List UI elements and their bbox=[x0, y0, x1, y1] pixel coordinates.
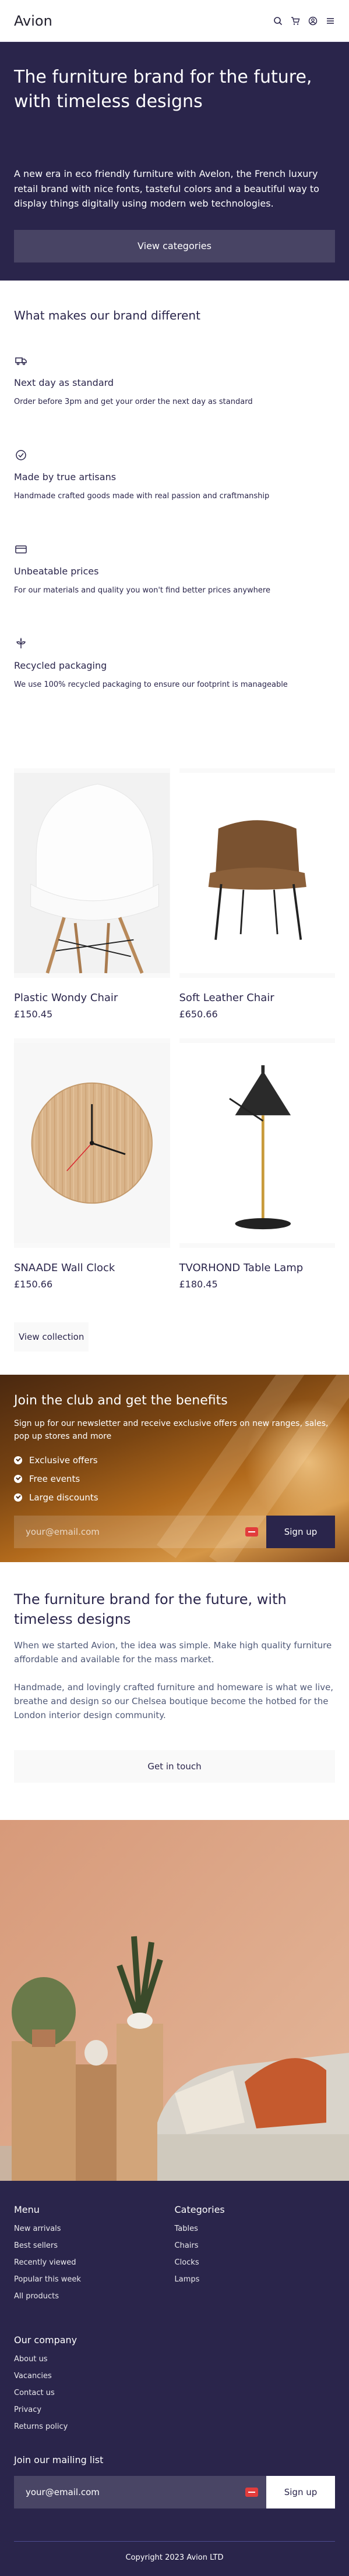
footer-categories-title: Categories bbox=[174, 2204, 225, 2216]
product-card[interactable]: Soft Leather Chair £650.66 bbox=[179, 768, 336, 1029]
footer-link[interactable]: Contact us bbox=[14, 2389, 335, 2397]
benefit-item: Large discounts bbox=[14, 1492, 335, 1503]
features-section: What makes our brand different Next day … bbox=[0, 281, 349, 754]
feature-description: We use 100% recycled packaging to ensure… bbox=[14, 680, 288, 689]
feature-item: Next day as standard Order before 3pm an… bbox=[14, 354, 335, 448]
footer-link[interactable]: Privacy bbox=[14, 2405, 335, 2414]
product-name[interactable]: Plastic Wondy Chair bbox=[14, 992, 170, 1004]
get-in-touch-button[interactable]: Get in touch bbox=[14, 1750, 335, 1783]
benefit-label: Exclusive offers bbox=[29, 1454, 98, 1466]
footer-columns: Menu New arrivals Best sellers Recently … bbox=[14, 2204, 335, 2309]
club-signup-form: Sign up bbox=[14, 1516, 335, 1548]
delivery-icon bbox=[14, 354, 28, 368]
view-collection-button[interactable]: View collection bbox=[14, 1322, 89, 1351]
club-section: Join the club and get the benefits Sign … bbox=[0, 1375, 349, 1562]
footer-company-title: Our company bbox=[14, 2334, 77, 2346]
cart-icon[interactable] bbox=[291, 16, 300, 26]
feature-item: Unbeatable prices For our materials and … bbox=[14, 542, 335, 637]
club-description: Sign up for our newsletter and receive e… bbox=[14, 1419, 329, 1442]
benefit-item: Exclusive offers bbox=[14, 1455, 335, 1466]
product-name[interactable]: Soft Leather Chair bbox=[179, 992, 336, 1004]
product-image[interactable] bbox=[14, 768, 170, 978]
product-card[interactable]: Plastic Wondy Chair £150.45 bbox=[14, 768, 170, 1029]
footer-link[interactable]: Tables bbox=[175, 2224, 336, 2233]
footer-link[interactable]: All products bbox=[14, 2292, 175, 2301]
benefits-list: Exclusive offers Free events Large disco… bbox=[14, 1455, 335, 1503]
check-icon bbox=[14, 1456, 22, 1464]
product-name[interactable]: SNAADE Wall Clock bbox=[14, 1262, 170, 1274]
feature-description: Handmade crafted goods made with real pa… bbox=[14, 492, 270, 501]
site-header: Avion bbox=[0, 0, 349, 42]
check-icon bbox=[14, 1493, 22, 1502]
footer-mailing: Join our mailing list Sign up bbox=[14, 2454, 335, 2509]
password-manager-icon[interactable] bbox=[245, 1527, 258, 1537]
user-icon[interactable] bbox=[308, 16, 318, 26]
feature-item: Made by true artisans Handmade crafted g… bbox=[14, 448, 335, 542]
password-manager-icon[interactable] bbox=[245, 2488, 258, 2497]
feature-title: Made by true artisans bbox=[14, 471, 117, 482]
checkmark-icon bbox=[14, 448, 28, 462]
feature-title: Recycled packaging bbox=[14, 660, 107, 671]
footer-signup-button[interactable]: Sign up bbox=[266, 2476, 335, 2509]
footer-link[interactable]: Vacancies bbox=[14, 2372, 335, 2380]
logo[interactable]: Avion bbox=[14, 13, 52, 29]
check-icon bbox=[14, 1474, 22, 1483]
footer-signup-form: Sign up bbox=[14, 2476, 335, 2509]
footer-link[interactable]: About us bbox=[14, 2355, 335, 2364]
footer-menu: Menu New arrivals Best sellers Recently … bbox=[14, 2204, 175, 2309]
about-paragraph: Handmade, and lovingly crafted furniture… bbox=[14, 1682, 334, 1721]
footer-link[interactable]: Lamps bbox=[175, 2275, 336, 2284]
footer-menu-title: Menu bbox=[14, 2204, 40, 2216]
benefit-label: Large discounts bbox=[29, 1492, 98, 1503]
product-card[interactable]: SNAADE Wall Clock £150.66 bbox=[14, 1038, 170, 1299]
feature-description: For our materials and quality you won't … bbox=[14, 586, 270, 595]
interior-image bbox=[0, 1820, 349, 2181]
menu-icon[interactable] bbox=[326, 16, 335, 26]
about-paragraph: When we started Avion, the idea was simp… bbox=[14, 1640, 332, 1665]
product-card[interactable]: TVORHOND Table Lamp £180.45 bbox=[179, 1038, 336, 1299]
credit-card-icon bbox=[14, 542, 28, 556]
copyright: Copyright 2023 Avion LTD bbox=[14, 2541, 335, 2562]
footer-company: Our company About us Vacancies Contact u… bbox=[14, 2334, 335, 2431]
feature-title: Unbeatable prices bbox=[14, 566, 99, 577]
plant-icon bbox=[14, 637, 28, 651]
footer-mailing-title: Join our mailing list bbox=[14, 2454, 104, 2466]
footer-link[interactable]: Chairs bbox=[175, 2241, 336, 2250]
hero-description: A new era in eco friendly furniture with… bbox=[14, 168, 319, 210]
features-title: What makes our brand different bbox=[14, 308, 200, 322]
product-image[interactable] bbox=[179, 768, 335, 978]
product-image[interactable] bbox=[179, 1038, 335, 1248]
product-name[interactable]: TVORHOND Table Lamp bbox=[179, 1262, 336, 1274]
about-title: The furniture brand for the future, with… bbox=[14, 1591, 287, 1627]
view-categories-button[interactable]: View categories bbox=[14, 229, 335, 262]
product-price: £180.45 bbox=[179, 1279, 218, 1290]
feature-item: Recycled packaging We use 100% recycled … bbox=[14, 637, 335, 731]
footer-email-input[interactable] bbox=[14, 2476, 266, 2509]
feature-description: Order before 3pm and get your order the … bbox=[14, 398, 253, 406]
club-signup-button[interactable]: Sign up bbox=[266, 1516, 335, 1548]
site-footer: Menu New arrivals Best sellers Recently … bbox=[0, 2181, 349, 2576]
footer-link[interactable]: New arrivals bbox=[14, 2224, 175, 2233]
search-icon[interactable] bbox=[273, 16, 283, 26]
footer-link[interactable]: Popular this week bbox=[14, 2275, 175, 2284]
footer-categories: Categories Tables Chairs Clocks Lamps bbox=[175, 2204, 336, 2309]
footer-link[interactable]: Returns policy bbox=[14, 2422, 335, 2431]
product-price: £650.66 bbox=[179, 1009, 218, 1020]
hero-title: The furniture brand for the future, with… bbox=[14, 67, 312, 112]
footer-link[interactable]: Clocks bbox=[175, 2258, 336, 2267]
benefit-label: Free events bbox=[29, 1473, 80, 1484]
club-email-input[interactable] bbox=[14, 1516, 266, 1548]
product-grid: Plastic Wondy Chair £150.45 Soft Leather… bbox=[0, 754, 349, 1299]
about-section: The furniture brand for the future, with… bbox=[0, 1562, 349, 1806]
product-price: £150.45 bbox=[14, 1009, 53, 1020]
footer-link[interactable]: Recently viewed bbox=[14, 2258, 175, 2267]
hero-section: The furniture brand for the future, with… bbox=[0, 42, 349, 281]
club-title: Join the club and get the benefits bbox=[14, 1393, 228, 1408]
product-image[interactable] bbox=[14, 1038, 170, 1248]
header-icons bbox=[273, 16, 335, 26]
benefit-item: Free events bbox=[14, 1474, 335, 1484]
feature-title: Next day as standard bbox=[14, 377, 114, 388]
footer-link[interactable]: Best sellers bbox=[14, 2241, 175, 2250]
product-price: £150.66 bbox=[14, 1279, 53, 1290]
